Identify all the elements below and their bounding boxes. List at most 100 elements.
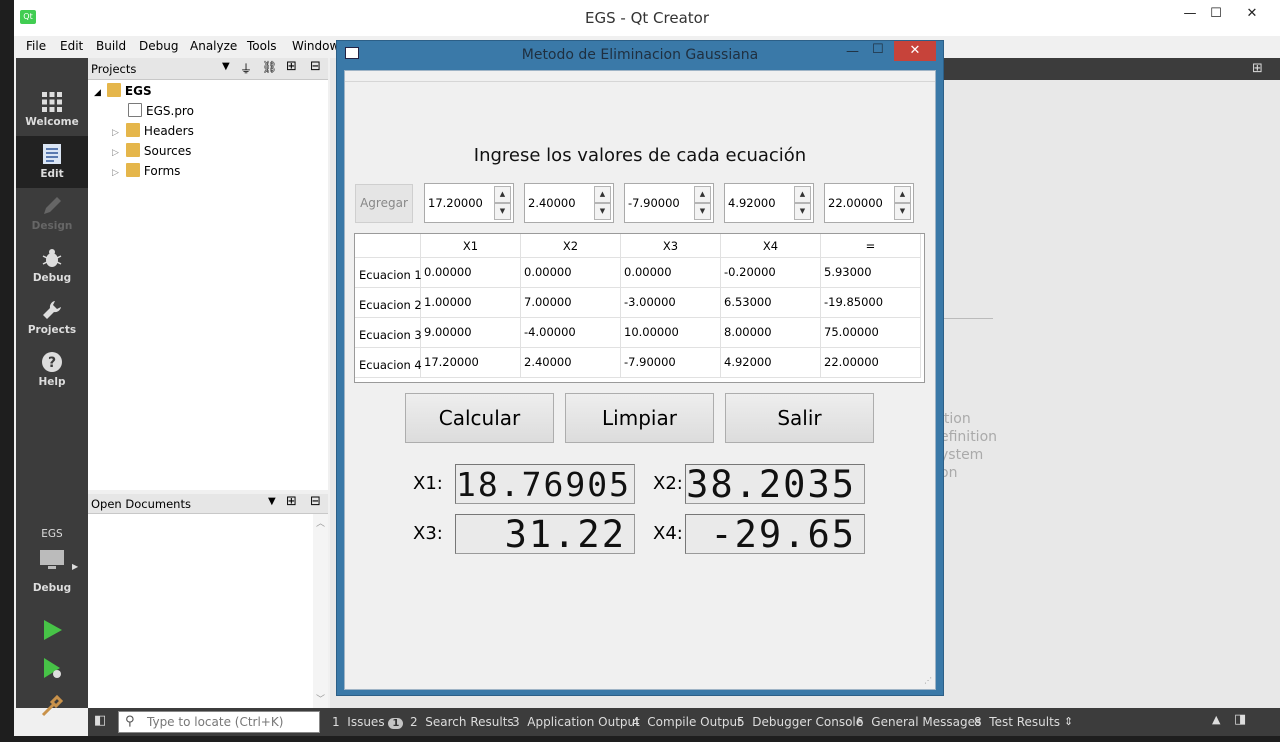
output-tab-test-results[interactable]: 8 Test Results bbox=[974, 715, 1060, 729]
menu-debug[interactable]: Debug bbox=[139, 39, 178, 53]
spin-up-icon[interactable]: ▲ bbox=[494, 186, 511, 203]
tree-item-headers[interactable]: ▷ Headers bbox=[112, 123, 194, 143]
dialog-minimize-button[interactable]: — bbox=[846, 44, 859, 59]
tree-root[interactable]: ◢ EGS bbox=[94, 83, 152, 103]
table-cell[interactable]: 6.53000 bbox=[721, 288, 821, 318]
build-hammer-icon[interactable] bbox=[40, 694, 64, 718]
table-cell[interactable]: 75.00000 bbox=[821, 318, 921, 348]
output-tab-compile-output[interactable]: 4 Compile Output bbox=[632, 715, 742, 729]
spin-up-icon[interactable]: ▲ bbox=[694, 186, 711, 203]
menu-window[interactable]: Window bbox=[292, 39, 339, 53]
menu-edit[interactable]: Edit bbox=[60, 39, 83, 53]
clear-button[interactable]: Limpiar bbox=[565, 393, 714, 443]
kit-arrow-icon[interactable]: ▶ bbox=[72, 562, 78, 571]
tab-scroll-icon[interactable]: ⇕ bbox=[1064, 715, 1073, 728]
scroll-down-icon[interactable]: ﹀ bbox=[316, 692, 325, 705]
debug-run-icon[interactable] bbox=[40, 656, 64, 680]
table-cell[interactable]: 22.00000 bbox=[821, 348, 921, 378]
spin-up-icon[interactable]: ▲ bbox=[894, 186, 911, 203]
mode-edit[interactable]: Edit bbox=[16, 136, 88, 188]
menu-analyze[interactable]: Analyze bbox=[190, 39, 237, 53]
collapsed-arrow-icon[interactable]: ▷ bbox=[112, 168, 119, 178]
mode-debug[interactable]: Debug bbox=[16, 240, 88, 292]
mode-help[interactable]: ? Help bbox=[16, 344, 88, 396]
spin-down-icon[interactable]: ▼ bbox=[494, 203, 511, 220]
coef-x2-spinbox[interactable]: 2.40000 ▲ ▼ bbox=[524, 183, 614, 223]
chevron-down-icon[interactable]: ▼ bbox=[268, 496, 276, 507]
output-tab-issues[interactable]: 1 Issues 1 bbox=[332, 715, 404, 729]
close-pane-icon[interactable]: ⊟ bbox=[310, 494, 321, 509]
chevron-down-icon[interactable]: ▼ bbox=[222, 61, 230, 72]
collapsed-arrow-icon[interactable]: ▷ bbox=[112, 128, 119, 138]
table-cell[interactable]: 1.00000 bbox=[421, 288, 521, 318]
table-cell[interactable]: -7.90000 bbox=[621, 348, 721, 378]
calculate-button[interactable]: Calcular bbox=[405, 393, 554, 443]
close-pane-icon[interactable]: ⊟ bbox=[310, 59, 321, 74]
table-cell[interactable]: 9.00000 bbox=[421, 318, 521, 348]
column-header[interactable]: X3 bbox=[621, 234, 721, 258]
table-cell[interactable]: 10.00000 bbox=[621, 318, 721, 348]
monitor-icon[interactable] bbox=[38, 548, 66, 572]
table-cell[interactable]: 7.00000 bbox=[521, 288, 621, 318]
toggle-output-icon[interactable]: ◨ bbox=[1234, 712, 1246, 727]
output-tab-general-messages[interactable]: 6 General Messages bbox=[856, 715, 981, 729]
output-tab-debugger-console[interactable]: 5 Debugger Console bbox=[737, 715, 863, 729]
column-header[interactable]: X1 bbox=[421, 234, 521, 258]
scrollbar[interactable]: ︿ ﹀ bbox=[313, 514, 328, 708]
menu-build[interactable]: Build bbox=[96, 39, 126, 53]
output-tab-application-output[interactable]: 3 Application Output bbox=[512, 715, 640, 729]
tree-item-pro[interactable]: EGS.pro bbox=[128, 103, 194, 123]
minimize-button[interactable]: — bbox=[1178, 6, 1202, 24]
equations-table[interactable]: X1 X2 X3 X4 = Ecuacion 1 0.00000 0.00000… bbox=[354, 233, 925, 383]
filter-icon[interactable]: ⏚ bbox=[240, 60, 252, 77]
add-button[interactable]: Agregar bbox=[355, 184, 413, 223]
row-header[interactable]: Ecuacion 2 bbox=[355, 288, 422, 318]
spin-down-icon[interactable]: ▼ bbox=[594, 203, 611, 220]
table-cell[interactable]: 4.92000 bbox=[721, 348, 821, 378]
split-icon[interactable]: ⊞ bbox=[286, 59, 297, 74]
coef-x1-spinbox[interactable]: 17.20000 ▲ ▼ bbox=[424, 183, 514, 223]
spin-down-icon[interactable]: ▼ bbox=[894, 203, 911, 220]
output-tab-search-results[interactable]: 2 Search Results bbox=[410, 715, 514, 729]
toggle-sidebar-icon[interactable]: ◧ bbox=[94, 713, 106, 728]
exit-button[interactable]: Salir bbox=[725, 393, 874, 443]
dialog-maximize-button[interactable]: ☐ bbox=[872, 42, 884, 57]
table-cell[interactable]: 2.40000 bbox=[521, 348, 621, 378]
table-cell[interactable]: 0.00000 bbox=[421, 258, 521, 288]
maximize-button[interactable]: ☐ bbox=[1204, 6, 1228, 24]
link-icon[interactable]: ⛓ bbox=[262, 60, 277, 74]
column-header[interactable]: X2 bbox=[521, 234, 621, 258]
table-cell[interactable]: 0.00000 bbox=[521, 258, 621, 288]
scroll-up-icon[interactable]: ︿ bbox=[316, 516, 325, 529]
spin-up-icon[interactable]: ▲ bbox=[794, 186, 811, 203]
constant-spinbox[interactable]: 22.00000 ▲ ▼ bbox=[824, 183, 914, 223]
menu-tools[interactable]: Tools bbox=[247, 39, 277, 53]
spin-up-icon[interactable]: ▲ bbox=[594, 186, 611, 203]
table-cell[interactable]: -0.20000 bbox=[721, 258, 821, 288]
coef-x3-spinbox[interactable]: -7.90000 ▲ ▼ bbox=[624, 183, 714, 223]
column-header[interactable]: X4 bbox=[721, 234, 821, 258]
split-icon[interactable]: ⊞ bbox=[286, 494, 297, 509]
split-icon[interactable]: ⊞ bbox=[1252, 61, 1263, 76]
run-icon[interactable] bbox=[40, 618, 64, 642]
table-cell[interactable]: 5.93000 bbox=[821, 258, 921, 288]
table-cell[interactable]: -4.00000 bbox=[521, 318, 621, 348]
menu-file[interactable]: File bbox=[26, 39, 46, 53]
table-cell[interactable]: 17.20000 bbox=[421, 348, 521, 378]
spin-down-icon[interactable]: ▼ bbox=[794, 203, 811, 220]
tree-item-forms[interactable]: ▷ Forms bbox=[112, 163, 180, 183]
table-cell[interactable]: 8.00000 bbox=[721, 318, 821, 348]
table-cell[interactable]: -19.85000 bbox=[821, 288, 921, 318]
row-header[interactable]: Ecuacion 4 bbox=[355, 348, 422, 378]
row-header[interactable]: Ecuacion 3 bbox=[355, 318, 422, 348]
coef-x4-spinbox[interactable]: 4.92000 ▲ ▼ bbox=[724, 183, 814, 223]
spin-down-icon[interactable]: ▼ bbox=[694, 203, 711, 220]
collapsed-arrow-icon[interactable]: ▷ bbox=[112, 148, 119, 158]
table-cell[interactable]: 0.00000 bbox=[621, 258, 721, 288]
column-header[interactable]: = bbox=[821, 234, 921, 258]
mode-welcome[interactable]: Welcome bbox=[16, 84, 88, 136]
row-header[interactable]: Ecuacion 1 bbox=[355, 258, 422, 288]
tree-item-sources[interactable]: ▷ Sources bbox=[112, 143, 191, 163]
expand-arrow-icon[interactable]: ◢ bbox=[94, 88, 101, 98]
resize-grip-icon[interactable]: ⋰ bbox=[924, 676, 934, 686]
